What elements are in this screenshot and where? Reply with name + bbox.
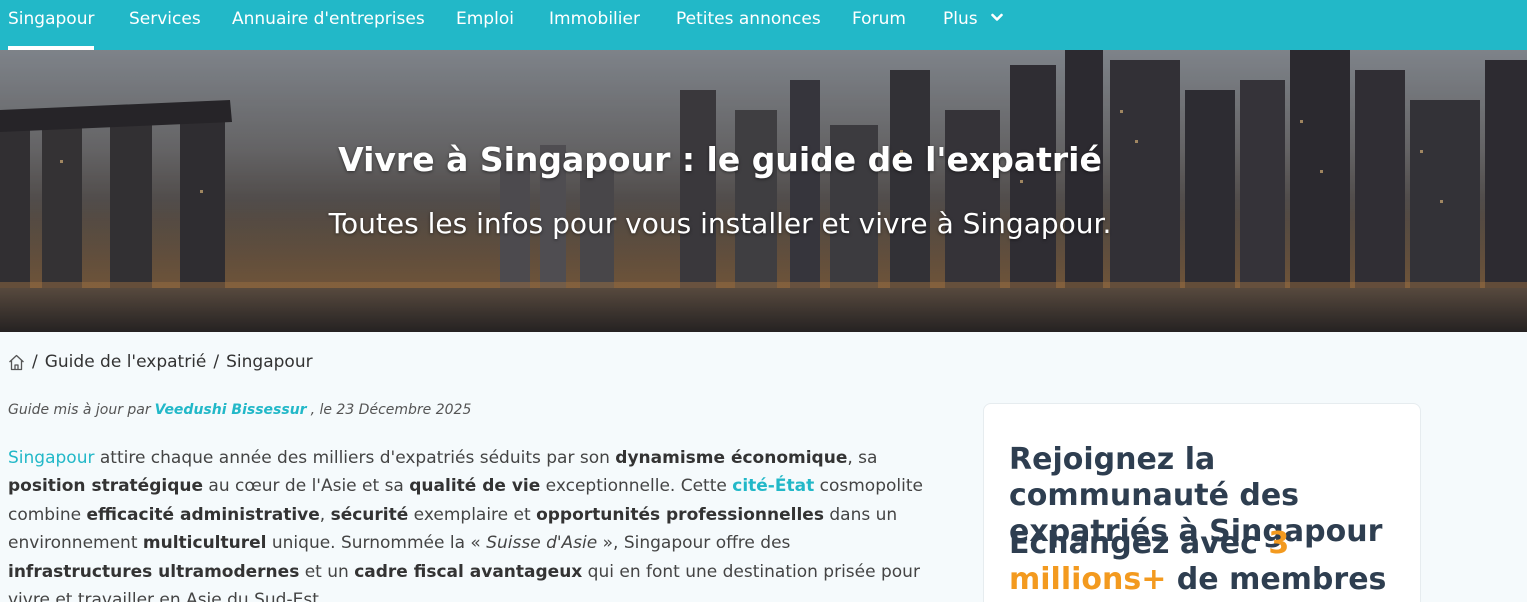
update-info: Guide mis à jour par Veedushi Bissessur, …	[8, 402, 471, 418]
cite-etat-link[interactable]: cité-État	[732, 476, 814, 496]
chevron-down-icon	[991, 13, 1003, 21]
page-title: Vivre à Singapour : le guide de l'expatr…	[338, 140, 1102, 179]
nav-item-forum[interactable]: Forum	[852, 0, 906, 50]
home-icon[interactable]	[8, 354, 25, 371]
page-subtitle: Toutes les infos pour vous installer et …	[328, 207, 1112, 240]
update-date: , le 23 Décembre 2025	[310, 402, 472, 418]
nav-item-singapour[interactable]: Singapour	[8, 0, 95, 50]
author-link[interactable]: Veedushi Bissessur	[155, 402, 307, 418]
nav-item-plus[interactable]: Plus	[943, 0, 1003, 50]
nav-item-emploi[interactable]: Emploi	[456, 0, 514, 50]
hero-banner: Vivre à Singapour : le guide de l'expatr…	[0, 50, 1527, 332]
breadcrumb-current: Singapour	[226, 352, 313, 372]
community-card: Rejoignez la communauté des expatriés à …	[983, 403, 1421, 602]
intro-paragraph: Singapour attire chaque année des millie…	[8, 448, 923, 602]
nav-item-services[interactable]: Services	[129, 0, 201, 50]
nav-item-plus-label: Plus	[943, 9, 978, 29]
singapour-link[interactable]: Singapour	[8, 448, 94, 468]
community-card-subtitle: Echangez avec 3 millions+ de membres	[1009, 526, 1387, 597]
breadcrumb-separator: /	[213, 352, 220, 372]
update-prefix: Guide mis à jour par	[8, 402, 151, 418]
breadcrumb-separator: /	[32, 352, 38, 372]
nav-item-immobilier[interactable]: Immobilier	[549, 0, 640, 50]
nav-item-petites-annonces[interactable]: Petites annonces	[676, 0, 821, 50]
nav-item-annuaire[interactable]: Annuaire d'entreprises	[232, 0, 425, 50]
breadcrumb-guide[interactable]: Guide de l'expatrié	[45, 352, 207, 372]
top-navigation: Singapour Services Annuaire d'entreprise…	[0, 0, 1527, 50]
breadcrumb: / Guide de l'expatrié / Singapour	[8, 352, 313, 372]
